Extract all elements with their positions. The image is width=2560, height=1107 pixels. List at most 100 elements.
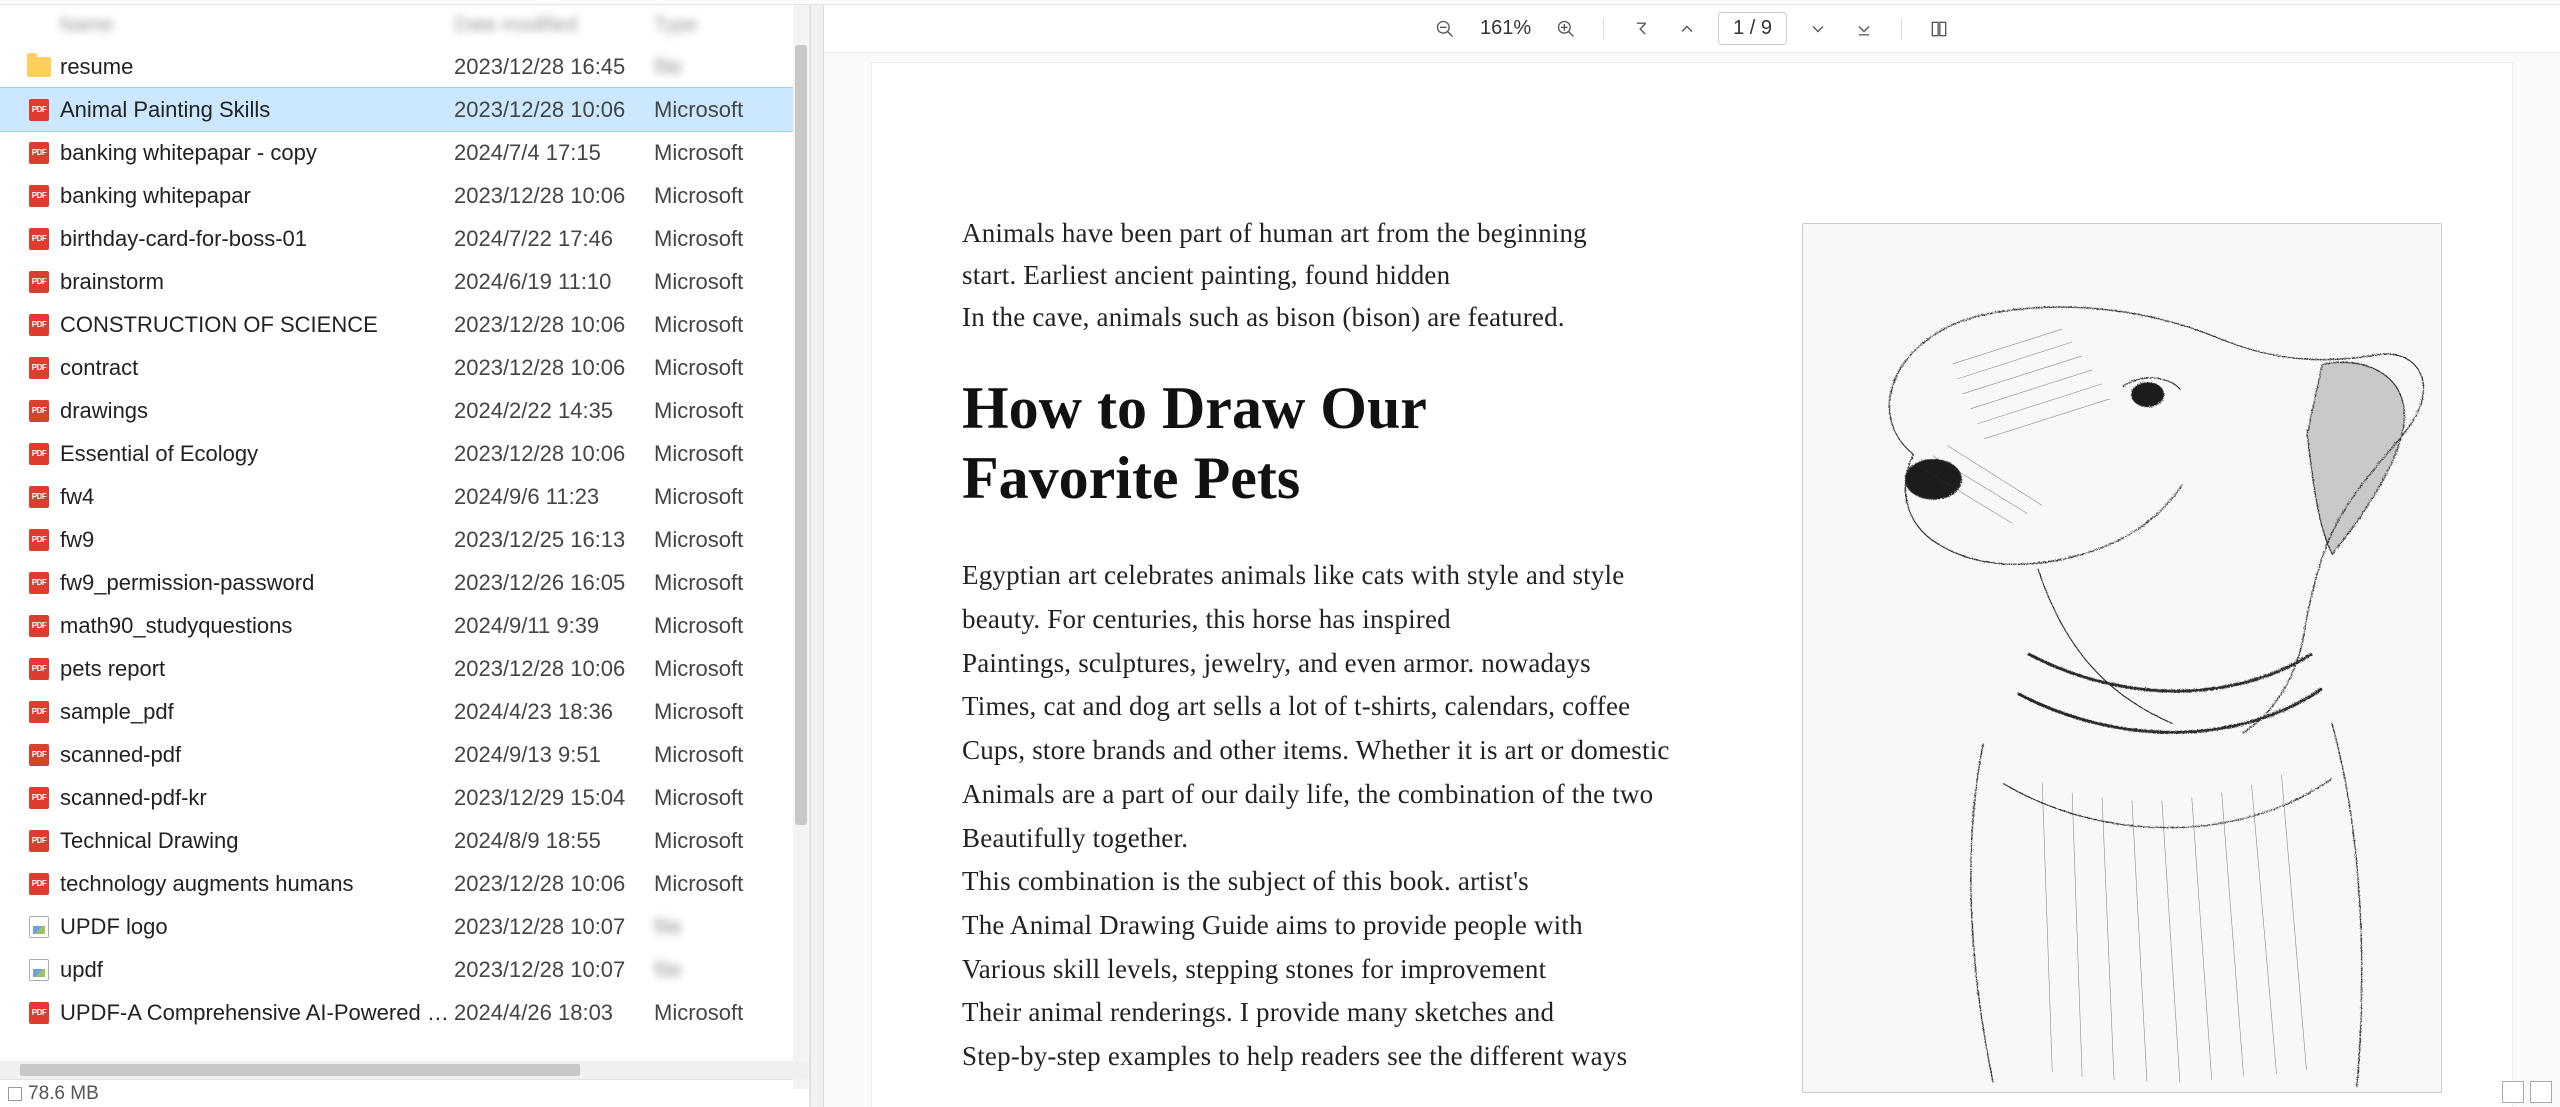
file-date: 2023/12/28 10:06 [454, 355, 654, 381]
file-date: 2024/8/9 18:55 [454, 828, 654, 854]
preview-footer-icons [2502, 1081, 2552, 1103]
file-name: Technical Drawing [54, 828, 454, 854]
file-name: CONSTRUCTION OF SCIENCE [54, 312, 454, 338]
file-type: Microsoft [654, 441, 809, 467]
file-row[interactable]: fw42024/9/6 11:23Microsoft [0, 475, 809, 518]
file-row[interactable]: contract2023/12/28 10:06Microsoft [0, 346, 809, 389]
file-row[interactable]: math90_studyquestions2024/9/11 9:39Micro… [0, 604, 809, 647]
doc-intro-text: Animals have been part of human art from… [962, 213, 1632, 339]
file-row[interactable]: updf2023/12/28 10:07file [0, 948, 809, 991]
last-page-button[interactable] [1849, 14, 1879, 44]
file-row[interactable]: scanned-pdf2024/9/13 9:51Microsoft [0, 733, 809, 776]
file-row[interactable]: brainstorm2024/6/19 11:10Microsoft [0, 260, 809, 303]
page-indicator[interactable]: 1 / 9 [1718, 12, 1787, 45]
first-page-button[interactable] [1626, 14, 1656, 44]
file-list-hscrollbar[interactable] [0, 1061, 809, 1079]
file-row[interactable]: fw92023/12/25 16:13Microsoft [0, 518, 809, 561]
file-type: Microsoft [654, 613, 809, 639]
file-date: 2023/12/28 10:07 [454, 914, 654, 940]
file-date: 2023/12/28 10:06 [454, 656, 654, 682]
vscroll-thumb[interactable] [795, 45, 807, 825]
file-date: 2024/9/11 9:39 [454, 613, 654, 639]
pdf-file-icon [29, 142, 49, 164]
file-date: 2024/2/22 14:35 [454, 398, 654, 424]
pdf-viewport[interactable]: Animals have been part of human art from… [824, 53, 2560, 1107]
file-row[interactable]: pets report2023/12/28 10:06Microsoft [0, 647, 809, 690]
file-date: 2023/12/28 10:06 [454, 441, 654, 467]
page-current: 1 [1733, 17, 1744, 39]
pdf-file-icon [29, 99, 49, 121]
pdf-toolbar: 161% 1 / 9 [824, 5, 2560, 53]
pdf-file-icon [29, 443, 49, 465]
file-date: 2023/12/28 10:06 [454, 97, 654, 123]
doc-body-line: Animals are a part of our daily life, th… [962, 773, 1682, 817]
file-type: Microsoft [654, 871, 809, 897]
prev-page-button[interactable] [1672, 14, 1702, 44]
file-row[interactable]: fw9_permission-password2023/12/26 16:05M… [0, 561, 809, 604]
view-mode-page-icon[interactable] [2530, 1081, 2552, 1103]
pdf-file-icon [29, 615, 49, 637]
file-list[interactable]: Name Date modified Type resume2023/12/28… [0, 5, 809, 1061]
column-header-type[interactable]: Type [654, 14, 809, 37]
zoom-out-button[interactable] [1430, 14, 1460, 44]
file-row[interactable]: sample_pdf2024/4/23 18:36Microsoft [0, 690, 809, 733]
file-list-header[interactable]: Name Date modified Type [0, 5, 809, 45]
file-list-vscrollbar[interactable] [793, 5, 809, 1089]
file-row[interactable]: UPDF logo2023/12/28 10:07file [0, 905, 809, 948]
toolbar-separator [1603, 18, 1604, 40]
pdf-file-icon [29, 572, 49, 594]
file-name: fw9 [54, 527, 454, 553]
file-type: Microsoft [654, 828, 809, 854]
file-date: 2023/12/25 16:13 [454, 527, 654, 553]
pdf-file-icon [29, 271, 49, 293]
file-row[interactable]: birthday-card-for-boss-012024/7/22 17:46… [0, 217, 809, 260]
file-type: Microsoft [654, 226, 809, 252]
pane-splitter[interactable] [810, 5, 824, 1107]
pdf-file-icon [29, 357, 49, 379]
file-date: 2023/12/28 16:45 [454, 54, 654, 80]
file-name: UPDF logo [54, 914, 454, 940]
file-type: Microsoft [654, 355, 809, 381]
file-name: contract [54, 355, 454, 381]
column-header-date[interactable]: Date modified [454, 14, 654, 37]
file-row[interactable]: banking whitepapar2023/12/28 10:06Micros… [0, 174, 809, 217]
file-row[interactable]: scanned-pdf-kr2023/12/29 15:04Microsoft [0, 776, 809, 819]
file-type: file [654, 914, 809, 940]
file-row[interactable]: UPDF-A Comprehensive AI-Powered PDF E...… [0, 991, 809, 1034]
doc-body-line: This combination is the subject of this … [962, 860, 1682, 904]
file-row[interactable]: Technical Drawing2024/8/9 18:55Microsoft [0, 819, 809, 862]
page-layout-button[interactable] [1924, 14, 1954, 44]
file-row[interactable]: Essential of Ecology2023/12/28 10:06Micr… [0, 432, 809, 475]
file-row[interactable]: resume2023/12/28 16:45file [0, 45, 809, 88]
pdf-file-icon [29, 873, 49, 895]
file-row[interactable]: banking whitepapar - copy2024/7/4 17:15M… [0, 131, 809, 174]
doc-intro-line: Animals have been part of human art from… [962, 213, 1632, 255]
view-mode-list-icon[interactable] [2502, 1081, 2524, 1103]
doc-body-line: Paintings, sculptures, jewelry, and even… [962, 642, 1682, 686]
pdf-file-icon [29, 486, 49, 508]
doc-body-line: beauty. For centuries, this horse has in… [962, 598, 1682, 642]
file-row[interactable]: technology augments humans2023/12/28 10:… [0, 862, 809, 905]
file-type: Microsoft [654, 183, 809, 209]
file-type: Microsoft [654, 484, 809, 510]
file-row[interactable]: Animal Painting Skills2023/12/28 10:06Mi… [0, 88, 809, 131]
doc-body-line: Their animal renderings. I provide many … [962, 991, 1682, 1035]
file-date: 2023/12/28 10:06 [454, 312, 654, 338]
file-name: updf [54, 957, 454, 983]
file-name: math90_studyquestions [54, 613, 454, 639]
zoom-in-button[interactable] [1551, 14, 1581, 44]
doc-body-line: Beautifully together. [962, 817, 1682, 861]
column-header-name[interactable]: Name [54, 14, 454, 37]
next-page-button[interactable] [1803, 14, 1833, 44]
doc-body-line: Cups, store brands and other items. Whet… [962, 729, 1682, 773]
file-name: Essential of Ecology [54, 441, 454, 467]
file-type: Microsoft [654, 312, 809, 338]
status-icon [8, 1087, 22, 1101]
hscroll-thumb[interactable] [20, 1064, 580, 1076]
file-name: banking whitepapar [54, 183, 454, 209]
file-type: Microsoft [654, 97, 809, 123]
file-row[interactable]: drawings2024/2/22 14:35Microsoft [0, 389, 809, 432]
file-row[interactable]: CONSTRUCTION OF SCIENCE2023/12/28 10:06M… [0, 303, 809, 346]
doc-body-line: Egyptian art celebrates animals like cat… [962, 554, 1682, 598]
file-date: 2024/4/23 18:36 [454, 699, 654, 725]
